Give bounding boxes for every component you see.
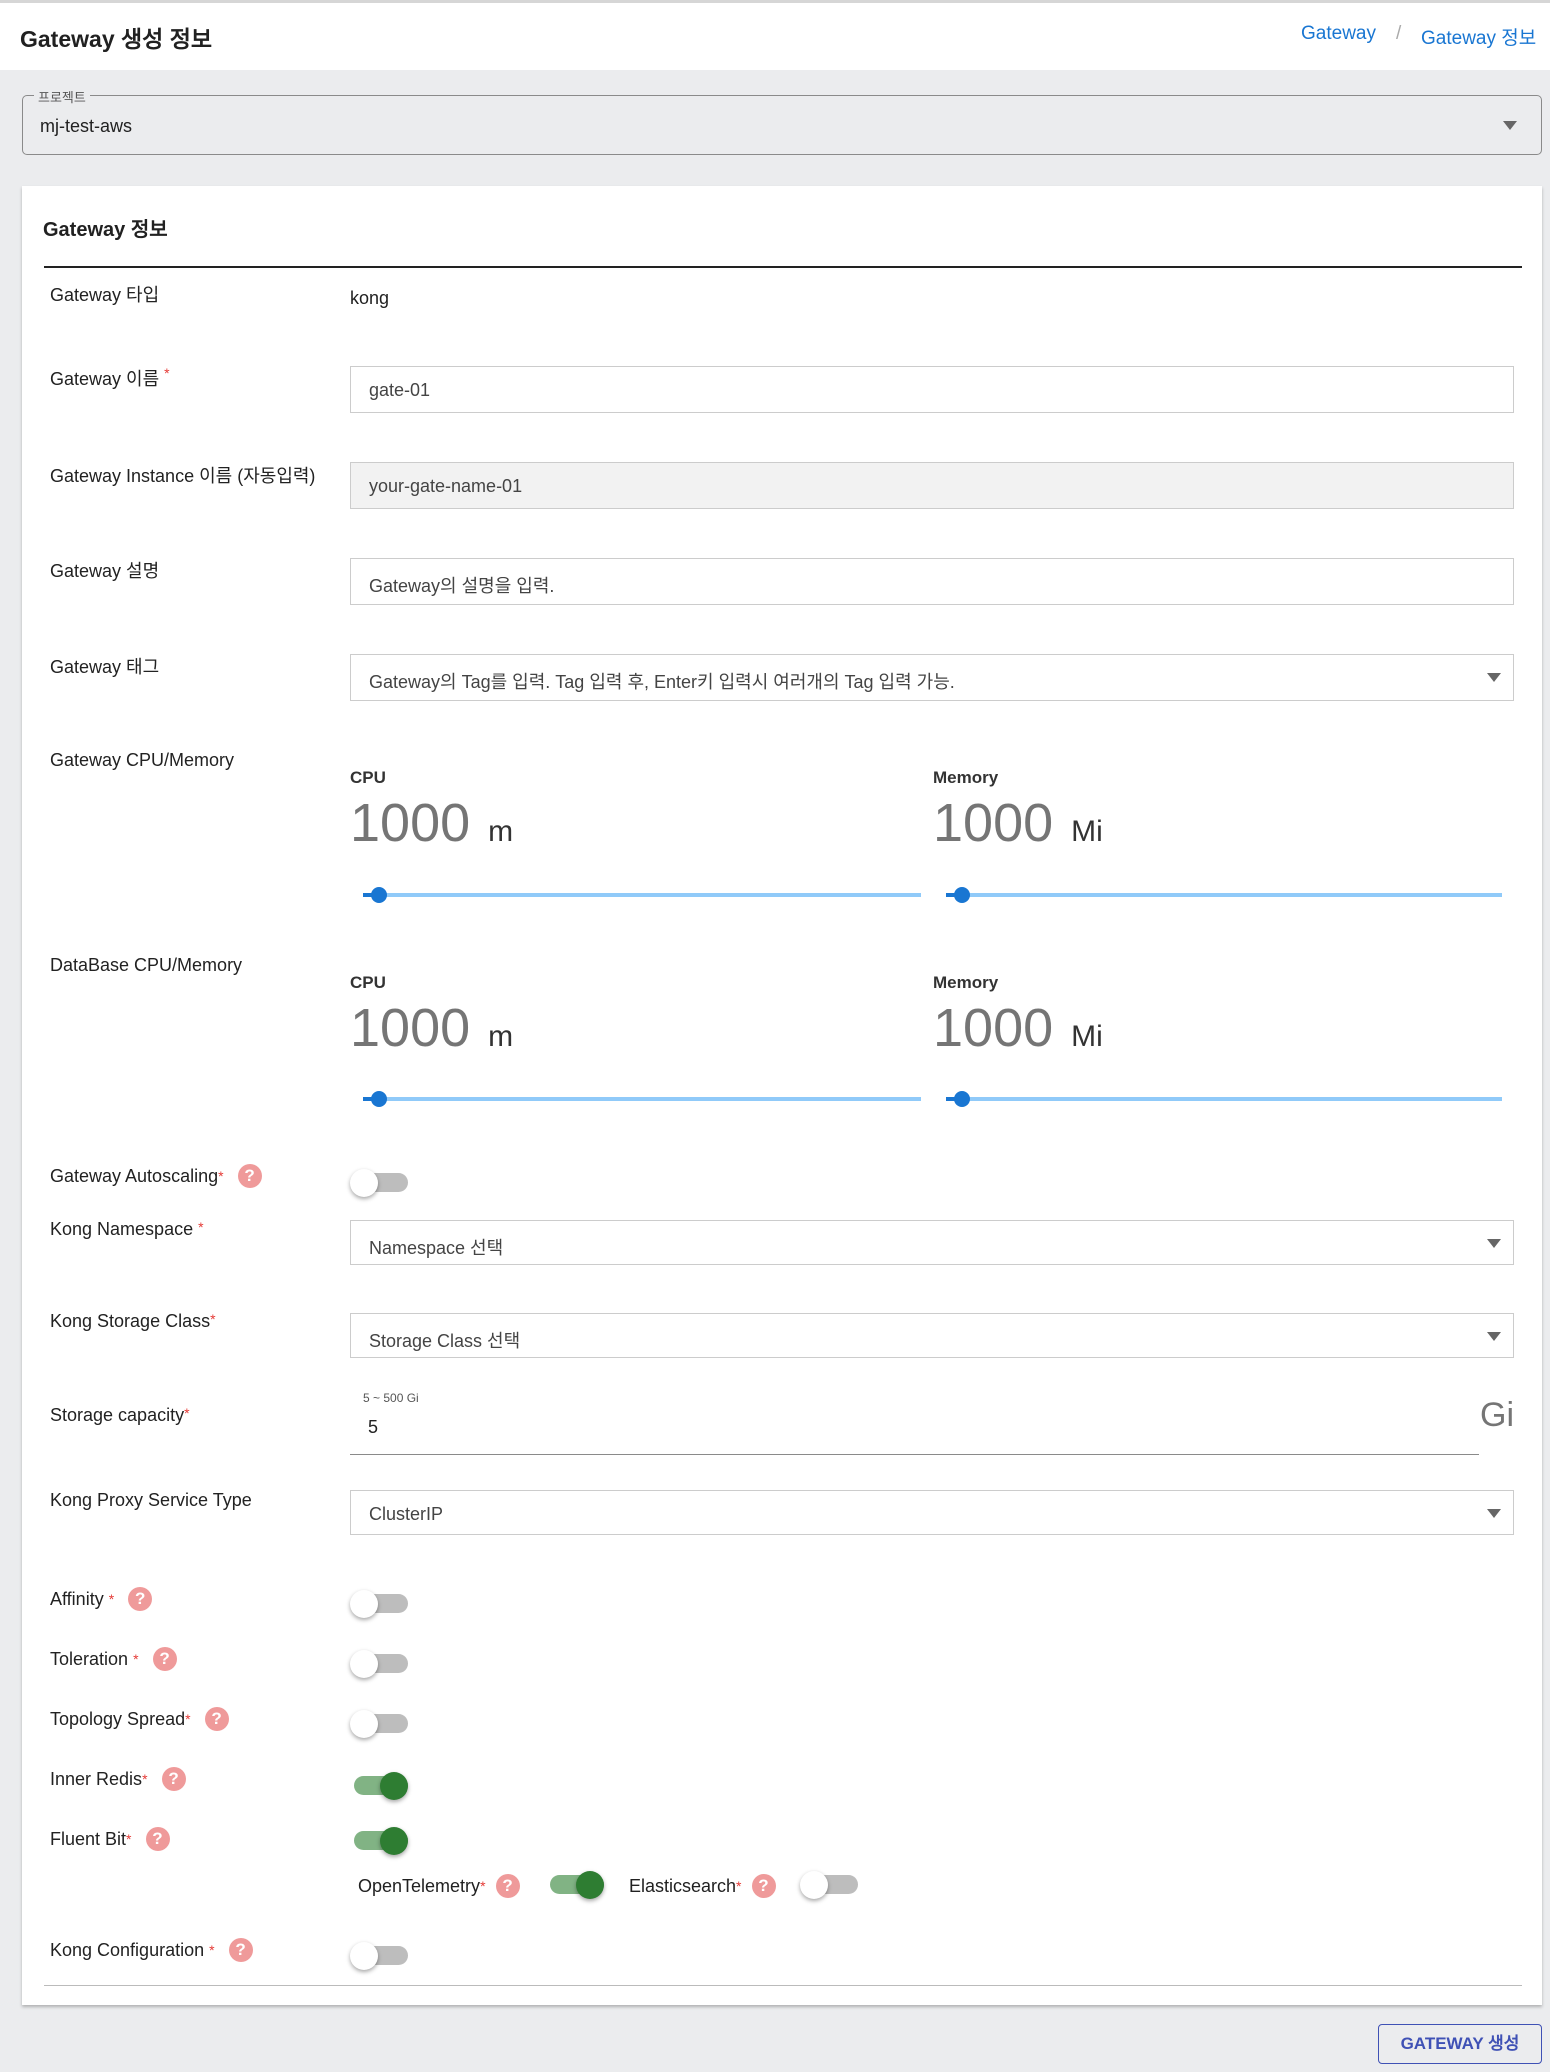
gateway-info-card <box>22 186 1542 2005</box>
help-icon[interactable]: ? <box>161 1767 186 1791</box>
project-label: 프로젝트 <box>34 87 90 106</box>
tags-input[interactable]: Gateway의 Tag를 입력. Tag 입력 후, Enter키 입력시 여… <box>350 654 1514 701</box>
gateway-name-input[interactable]: gate-01 <box>350 366 1514 413</box>
gw-memory-unit: Mi <box>1071 815 1103 848</box>
gw-cpu-readout: 1000 m <box>350 792 513 854</box>
instance-name-label: Gateway Instance 이름 (자동입력) <box>50 466 316 486</box>
gateway-type-value: kong <box>350 288 390 308</box>
storage-class-value: Storage Class 선택 <box>369 1331 521 1351</box>
help-icon[interactable]: ? <box>751 1874 776 1898</box>
proxy-type-value: ClusterIP <box>369 1504 444 1524</box>
db-cpu-readout: 1000 m <box>350 997 513 1059</box>
chevron-down-icon <box>1487 1332 1501 1341</box>
elasticsearch-label: Elasticsearch *? <box>629 1874 776 1898</box>
gw-cpu-unit: m <box>488 815 514 848</box>
topology-toggle[interactable] <box>350 1710 408 1738</box>
proxy-type-select[interactable]: ClusterIP <box>350 1490 1514 1535</box>
gw-memory-label: Memory <box>933 768 999 787</box>
gateway-name-label: Gateway 이름 * <box>50 365 170 389</box>
help-icon[interactable]: ? <box>128 1587 153 1611</box>
instance-name-input: your-gate-name-01 <box>350 462 1514 509</box>
slider-thumb[interactable] <box>954 1091 970 1107</box>
chevron-down-icon <box>1487 673 1501 682</box>
bottom-divider <box>44 1985 1522 1986</box>
affinity-toggle[interactable] <box>350 1590 408 1618</box>
help-icon[interactable]: ? <box>228 1938 253 1962</box>
slider-thumb[interactable] <box>954 887 970 903</box>
kong-config-toggle[interactable] <box>350 1942 408 1970</box>
breadcrumb-separator: / <box>1396 23 1402 44</box>
chevron-down-icon <box>1487 1239 1501 1248</box>
inner-redis-toggle[interactable] <box>350 1772 408 1800</box>
db-cpu-label: CPU <box>350 973 386 992</box>
gw-cpu-value: 1000 <box>350 793 471 853</box>
help-icon[interactable]: ? <box>152 1647 177 1671</box>
card-title: Gateway 정보 <box>43 219 168 241</box>
project-select[interactable] <box>22 95 1542 155</box>
gw-memory-slider[interactable] <box>946 887 1502 903</box>
autoscaling-toggle[interactable] <box>350 1169 408 1197</box>
db-cpu-unit: m <box>488 1020 514 1053</box>
help-icon[interactable]: ? <box>204 1707 229 1731</box>
namespace-select[interactable]: Namespace 선택 <box>350 1220 1514 1265</box>
slider-thumb[interactable] <box>371 1091 387 1107</box>
db-memory-label: Memory <box>933 973 999 992</box>
db-cpu-value: 1000 <box>350 998 471 1058</box>
description-input[interactable]: Gateway의 설명을 입력. <box>350 558 1514 605</box>
project-value: mj-test-aws <box>40 116 133 136</box>
help-icon[interactable]: ? <box>237 1164 262 1188</box>
toleration-toggle[interactable] <box>350 1650 408 1678</box>
storage-class-label: Kong Storage Class* <box>50 1311 216 1331</box>
help-icon[interactable]: ? <box>495 1874 520 1898</box>
affinity-label: Affinity *? <box>50 1587 153 1611</box>
storage-capacity-helper: 5 ~ 500 Gi <box>363 1391 419 1405</box>
inner-redis-label: Inner Redis *? <box>50 1767 186 1791</box>
create-gateway-button[interactable]: GATEWAY 생성 <box>1378 2024 1542 2064</box>
opentelemetry-label: OpenTelemetry *? <box>358 1874 520 1898</box>
storage-capacity-label: Storage capacity* <box>50 1405 190 1425</box>
storage-capacity-input[interactable]: 5 <box>350 1410 1479 1455</box>
gateway-type-label: Gateway 타입 <box>50 285 160 305</box>
opentelemetry-toggle[interactable] <box>546 1871 604 1899</box>
namespace-label: Kong Namespace * <box>50 1219 204 1239</box>
gw-cpu-slider[interactable] <box>363 887 921 903</box>
topology-label: Topology Spread *? <box>50 1707 229 1731</box>
slider-thumb[interactable] <box>371 887 387 903</box>
elasticsearch-toggle[interactable] <box>800 1871 858 1899</box>
gw-cpu-label: CPU <box>350 768 386 787</box>
help-icon[interactable]: ? <box>145 1827 170 1851</box>
db-memory-unit: Mi <box>1071 1020 1103 1053</box>
fluent-bit-toggle[interactable] <box>350 1827 408 1855</box>
tags-placeholder: Gateway의 Tag를 입력. Tag 입력 후, Enter키 입력시 여… <box>369 672 955 692</box>
toleration-label: Toleration *? <box>50 1647 177 1671</box>
divider <box>44 266 1522 268</box>
namespace-value: Namespace 선택 <box>369 1238 504 1258</box>
gw-resources-label: Gateway CPU/Memory <box>50 750 235 770</box>
db-memory-readout: 1000 Mi <box>933 997 1103 1059</box>
breadcrumb-gateway[interactable]: Gateway <box>1301 23 1376 45</box>
description-label: Gateway 설명 <box>50 561 160 581</box>
page-title: Gateway 생성 정보 <box>20 26 213 52</box>
db-memory-slider[interactable] <box>946 1091 1502 1107</box>
chevron-down-icon <box>1487 1509 1501 1518</box>
tags-label: Gateway 태그 <box>50 657 160 677</box>
db-resources-label: DataBase CPU/Memory <box>50 955 243 975</box>
db-cpu-slider[interactable] <box>363 1091 921 1107</box>
kong-config-label: Kong Configuration *? <box>50 1938 253 1962</box>
gw-memory-readout: 1000 Mi <box>933 792 1103 854</box>
chevron-down-icon <box>1503 121 1517 130</box>
fluent-bit-label: Fluent Bit *? <box>50 1827 170 1851</box>
proxy-type-label: Kong Proxy Service Type <box>50 1490 252 1510</box>
autoscaling-label: Gateway Autoscaling *? <box>50 1164 262 1188</box>
breadcrumb-gateway-info[interactable]: Gateway 정보 <box>1421 23 1536 50</box>
gw-memory-value: 1000 <box>933 793 1054 853</box>
storage-capacity-unit: Gi <box>1480 1396 1514 1434</box>
db-memory-value: 1000 <box>933 998 1054 1058</box>
storage-class-select[interactable]: Storage Class 선택 <box>350 1313 1514 1358</box>
